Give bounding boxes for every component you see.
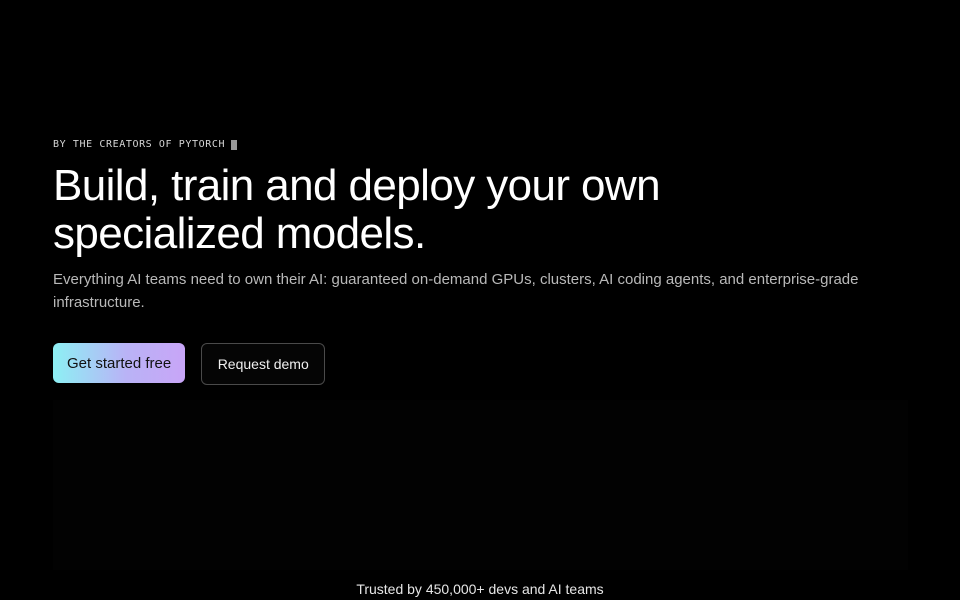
hero-subtext: Everything AI teams need to own their AI… [53,271,859,311]
hero-actions: Get started free Request demo [53,343,326,385]
hero-eyebrow: BY THE CREATORS OF PYTORCH [53,139,238,150]
landing-page: BY THE CREATORS OF PYTORCH Build, train … [0,0,960,600]
headline-line-1: Build, train and deploy your own [53,161,661,210]
headline-line-2: specialized models. [53,209,426,258]
hero-headline: Build, train and deploy your own special… [53,162,813,258]
cursor-block-icon [231,139,238,150]
eyebrow-text: BY THE CREATORS OF PYTORCH [53,139,226,150]
hero-media-panel [53,400,908,570]
trusted-by-text: Trusted by 450,000+ devs and AI teams [356,581,604,597]
get-started-button[interactable]: Get started free [53,343,186,383]
request-demo-button[interactable]: Request demo [201,343,326,385]
